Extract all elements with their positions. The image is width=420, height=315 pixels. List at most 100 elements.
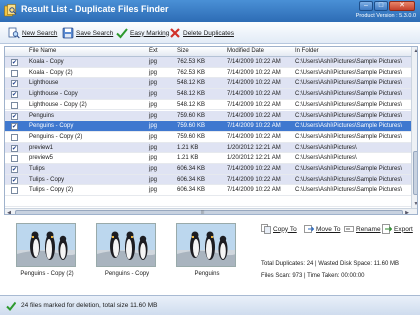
results-grid[interactable]: File Name Ext Size Modified Date In Fold… [4,46,418,215]
thumbnail-card[interactable]: Penguins - Copy [96,223,158,277]
table-row[interactable]: ✔ Lighthouse - Copy jpg 548.12 KB 7/14/2009 … [5,89,411,100]
column-ext[interactable]: Ext [149,48,158,54]
column-modified-date[interactable]: Modified Date [227,48,264,54]
cell-file-name: Koala - Copy [29,59,64,65]
row-checkbox[interactable]: ✔ [11,112,18,120]
cell-file-name: Lighthouse - Copy [29,91,78,98]
maximize-button[interactable]: □ [374,1,388,11]
window-title: Result List - Duplicate Files Finder [21,4,169,14]
column-in-folder[interactable]: In Folder [295,48,319,54]
row-checkbox[interactable] [11,155,18,163]
cell-size: 548.12 KB [177,91,206,98]
cell-ext: jpg [149,112,158,119]
export-button[interactable]: Export [382,224,413,234]
copy-icon [261,224,271,234]
vertical-scrollbar[interactable]: ▲ ▼ [411,47,417,208]
export-icon [382,224,392,234]
preview-panel: Penguins - Copy (2) Penguins - Copy Pengui… [0,217,420,295]
table-row[interactable]: Koala - Copy (2) jpg 762.53 KB 7/14/2009 10… [5,68,411,79]
delete-duplicates-button[interactable]: Delete Duplicates [169,26,234,40]
save-search-label: Save Search [76,29,114,37]
minimize-button[interactable]: – [359,1,373,11]
rename-button[interactable]: Rename [344,224,381,234]
scroll-right-arrow-icon[interactable]: ▶ [403,209,411,214]
cell-size: 1.21 KB [177,155,199,162]
scroll-grip-icon: ⦙⦙⦙ [201,210,205,215]
cell-modified-date: 7/14/2009 10:22 AM [227,123,281,130]
table-row[interactable]: ✔ Koala - Copy jpg 762.53 KB 7/14/2009 10:22… [5,57,411,68]
row-checkbox[interactable]: ✔ [11,144,18,152]
grid-header: File Name Ext Size Modified Date In Fold… [5,47,411,57]
cell-in-folder: C:\Users\Ashi\Pictures\Sample Pictures\ [295,101,403,108]
column-size[interactable]: Size [177,48,189,54]
move-to-label: Move To [316,225,341,233]
thumbnail-card[interactable]: Penguins - Copy (2) [16,223,78,277]
table-row[interactable] [5,196,411,207]
row-checkbox[interactable]: ✔ [11,59,18,66]
cell-ext: jpg [149,80,158,87]
cell-ext: jpg [149,123,158,130]
table-row[interactable]: preview5 jpg 1.21 KB 1/20/2012 12:21 AM C:\U… [5,153,411,164]
row-checkbox[interactable]: ✔ [11,166,18,173]
product-version: Product Version : 5.3.0.0 [355,13,416,19]
table-row[interactable]: Penguins - Copy (2) jpg 759.60 KB 7/14/2009… [5,132,411,143]
close-button[interactable]: ✕ [389,1,415,11]
cell-ext: jpg [149,133,158,140]
easy-marking-button[interactable]: Easy Marking [116,26,169,40]
save-search-button[interactable]: Save Search [62,26,113,40]
column-file-name[interactable]: File Name [29,48,56,54]
cell-ext: jpg [149,155,158,162]
row-checkbox[interactable] [11,69,18,77]
cell-ext: jpg [149,176,158,183]
horizontal-scroll-thumb[interactable] [15,210,403,214]
table-row[interactable]: Tulips - Copy (2) jpg 606.34 KB 7/14/2009 1… [5,185,411,197]
cell-modified-date: 1/20/2012 12:21 AM [227,144,281,151]
cell-modified-date: 7/14/2009 10:22 AM [227,101,281,108]
cell-in-folder: C:\Users\Ashi\Pictures\Sample Pictures\ [295,133,403,140]
cell-size: 606.34 KB [177,176,206,183]
export-label: Export [394,225,413,233]
vertical-scroll-thumb[interactable] [413,151,417,195]
row-checkbox[interactable]: ✔ [11,80,18,88]
row-checkbox[interactable] [11,101,18,109]
cell-file-name: preview1 [29,144,54,151]
row-checkbox[interactable] [11,133,18,141]
new-search-button[interactable]: New Search [8,26,57,40]
table-row[interactable]: ✔ Penguins - Copy jpg 759.60 KB 7/14/2009 10… [5,121,411,132]
row-checkbox[interactable]: ✔ [11,91,18,99]
copy-to-button[interactable]: Copy To [261,224,297,234]
cell-in-folder: C:\Users\Ashi\Pictures\Sample Pictures\ [295,59,403,65]
row-checkbox[interactable] [11,187,18,195]
cell-size: 548.12 KB [177,80,206,87]
scroll-up-arrow-icon[interactable]: ▲ [412,47,417,55]
cell-in-folder: C:\Users\Ashi\Pictures\Sample Pictures\ [295,176,403,183]
table-row[interactable]: ✔ Penguins jpg 759.60 KB 7/14/2009 10:22 AM C… [5,110,411,122]
row-checkbox[interactable]: ✔ [11,176,18,184]
table-row[interactable]: Lighthouse - Copy (2) jpg 548.12 KB 7/14/20… [5,100,411,111]
move-icon [304,225,314,233]
cell-modified-date: 7/14/2009 10:22 AM [227,69,281,76]
cell-size: 759.60 KB [177,112,206,119]
cell-modified-date: 7/14/2009 10:22 AM [227,133,281,140]
cell-size: 759.60 KB [177,133,206,140]
cell-file-name: Tulips [29,166,45,172]
cell-file-name: Tulips - Copy [29,176,65,183]
table-row[interactable]: ✔ preview1 jpg 1.21 KB 1/20/2012 12:21 AM C:\… [5,142,411,154]
cell-file-name: preview5 [29,155,54,162]
thumbnail-card[interactable]: Penguins [176,223,238,277]
checkmark-icon [116,28,128,39]
table-row[interactable]: ✔ Lighthouse jpg 548.12 KB 7/14/2009 10:22 A… [5,78,411,90]
scroll-left-arrow-icon[interactable]: ◀ [5,209,13,214]
table-row[interactable]: ✔ Tulips jpg 606.34 KB 7/14/2009 10:22 AM C:\… [5,164,411,175]
table-row[interactable]: ✔ Tulips - Copy jpg 606.34 KB 7/14/2009 10:2… [5,174,411,186]
horizontal-scrollbar[interactable]: ◀ ⦙⦙⦙ ▶ [5,208,417,215]
row-checkbox[interactable]: ✔ [11,123,18,131]
cell-size: 606.34 KB [177,187,206,194]
move-to-button[interactable]: Move To [304,224,340,234]
thumbnail-caption: Penguins [194,271,220,277]
cell-modified-date: 7/14/2009 10:22 AM [227,176,281,183]
scroll-down-arrow-icon[interactable]: ▼ [412,200,417,208]
penguins-thumbnail-image [176,223,236,267]
new-search-icon [8,27,20,39]
rename-icon [344,226,354,232]
